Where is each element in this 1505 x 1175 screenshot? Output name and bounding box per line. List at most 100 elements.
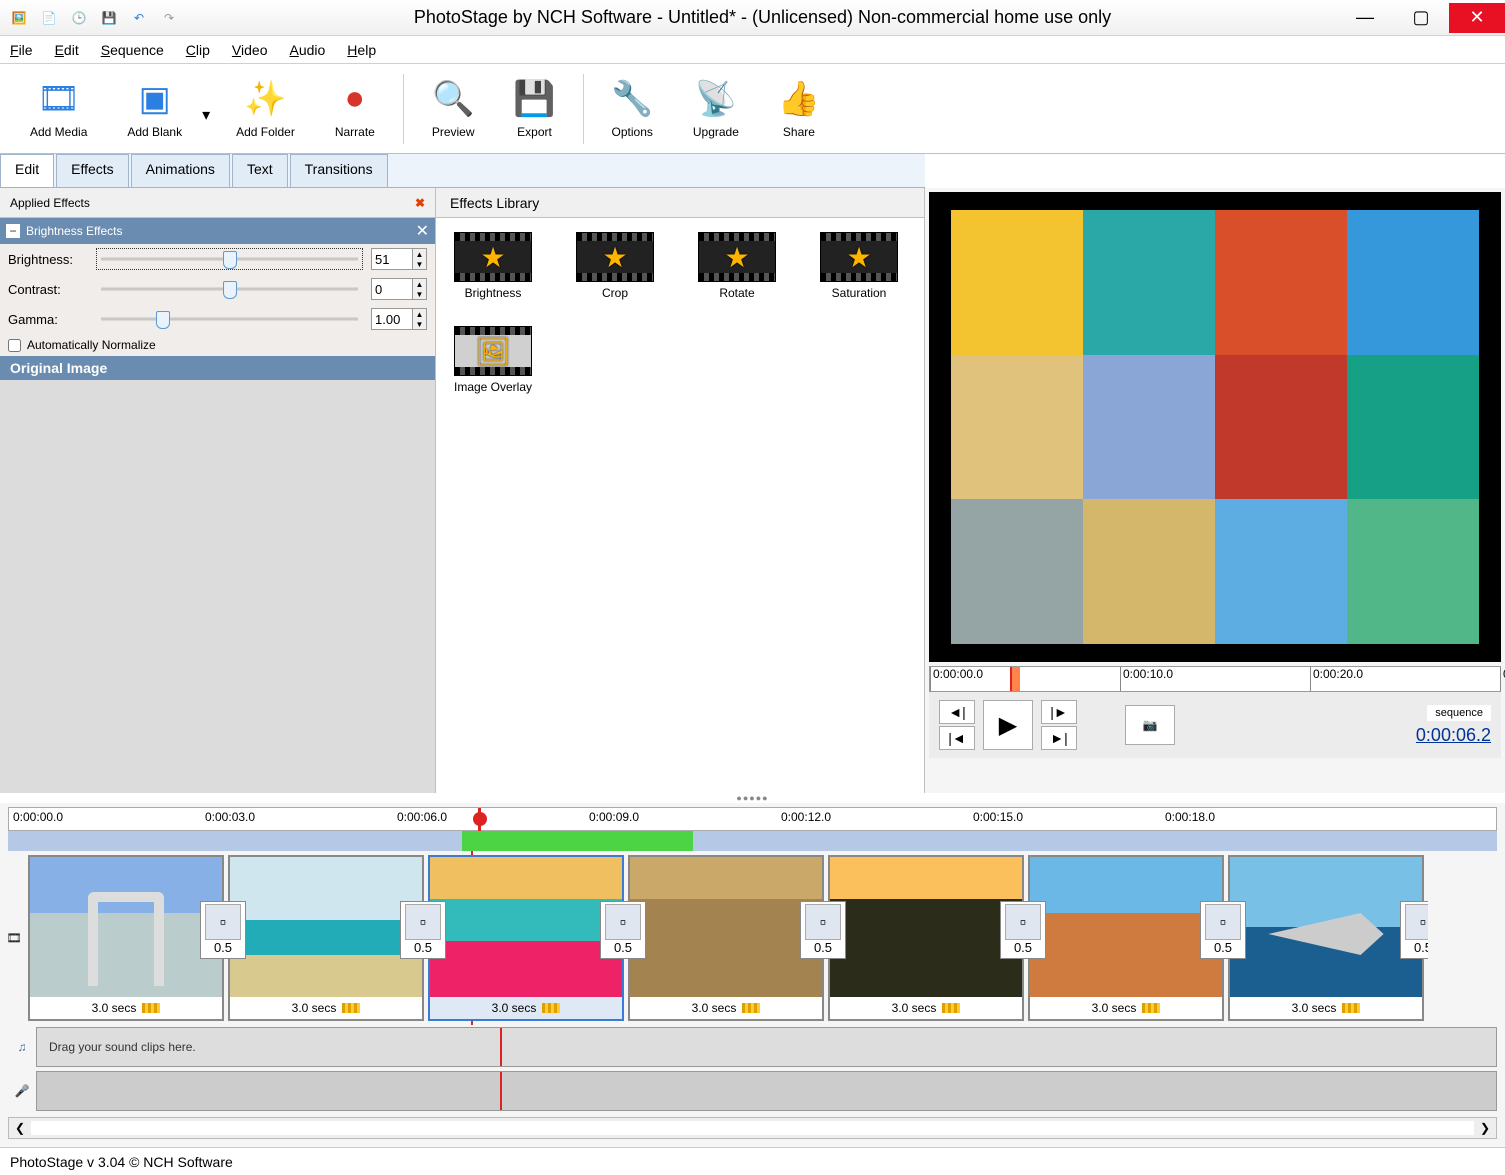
- timecode-display[interactable]: 0:00:06.2: [1416, 725, 1491, 746]
- close-icon[interactable]: ✕: [416, 221, 429, 241]
- snapshot-button[interactable]: 📷: [1125, 705, 1175, 745]
- transition-badge[interactable]: ▫0.5: [1200, 901, 1246, 959]
- add-media-button[interactable]: 🎞Add Media: [10, 75, 107, 143]
- preview-viewport: [951, 210, 1479, 644]
- go-start-button[interactable]: |◄: [939, 726, 975, 750]
- clip-5[interactable]: 3.0 secs▫0.5: [828, 855, 1024, 1021]
- add-blank-dropdown-icon[interactable]: ▾: [202, 75, 216, 143]
- auto-normalize-checkbox[interactable]: [8, 339, 21, 352]
- splitter-handle[interactable]: ●●●●●: [0, 793, 1505, 803]
- sound-track[interactable]: Drag your sound clips here.: [36, 1027, 1497, 1067]
- menu-audio[interactable]: Audio: [289, 42, 325, 58]
- spin-down-icon[interactable]: ▼: [412, 319, 426, 329]
- horizontal-scrollbar[interactable]: ❮ ❯: [8, 1117, 1497, 1139]
- prev-frame-button[interactable]: ◄|: [939, 700, 975, 724]
- transition-badge[interactable]: ▫0.5: [200, 901, 246, 959]
- app-icon[interactable]: 🖼️: [6, 5, 32, 31]
- clip-1[interactable]: 3.0 secs▫0.5: [28, 855, 224, 1021]
- options-button[interactable]: 🔧Options: [592, 75, 673, 143]
- window-title: PhotoStage by NCH Software - Untitled* -…: [188, 7, 1337, 28]
- spin-up-icon[interactable]: ▲: [412, 279, 426, 289]
- scroll-right-icon[interactable]: ❯: [1474, 1121, 1496, 1135]
- clip-track[interactable]: 3.0 secs▫0.53.0 secs▫0.53.0 secs▫0.53.0 …: [24, 851, 1428, 1025]
- next-frame-button[interactable]: |►: [1041, 700, 1077, 724]
- quick-access-toolbar: 🖼️ 📄 🕒 💾 ↶ ↷: [0, 5, 188, 31]
- close-button[interactable]: ✕: [1449, 3, 1505, 33]
- value-brightness[interactable]: [372, 249, 412, 269]
- value-gamma[interactable]: [372, 309, 412, 329]
- menu-clip[interactable]: Clip: [186, 42, 210, 58]
- minimize-button[interactable]: —: [1337, 3, 1393, 33]
- redo-icon[interactable]: ↷: [156, 5, 182, 31]
- spin-up-icon[interactable]: ▲: [412, 249, 426, 259]
- effect-rotate[interactable]: ★Rotate: [694, 232, 780, 300]
- tab-animations[interactable]: Animations: [131, 154, 230, 187]
- remove-effect-icon[interactable]: ✖: [415, 196, 425, 210]
- transition-badge[interactable]: ▫0.5: [600, 901, 646, 959]
- new-icon[interactable]: 📄: [36, 5, 62, 31]
- effects-library-panel: Effects Library ★Brightness★Crop★Rotate★…: [436, 188, 925, 793]
- timeline-strip[interactable]: [8, 831, 1497, 851]
- tab-text[interactable]: Text: [232, 154, 288, 187]
- save-icon[interactable]: 💾: [96, 5, 122, 31]
- spin-up-icon[interactable]: ▲: [412, 309, 426, 319]
- narration-track[interactable]: [36, 1071, 1497, 1111]
- clip-7[interactable]: 3.0 secs▫0.5: [1228, 855, 1424, 1021]
- effect-image-overlay[interactable]: 🖼Image Overlay: [450, 326, 536, 394]
- maximize-button[interactable]: ▢: [1393, 3, 1449, 33]
- menu-help[interactable]: Help: [347, 42, 376, 58]
- transition-badge[interactable]: ▫0.5: [800, 901, 846, 959]
- play-button[interactable]: ▶: [983, 700, 1033, 750]
- undo-icon[interactable]: ↶: [126, 5, 152, 31]
- narration-track-row: 🎤: [8, 1071, 1497, 1111]
- clip-4[interactable]: 3.0 secs▫0.5: [628, 855, 824, 1021]
- menu-edit[interactable]: Edit: [55, 42, 79, 58]
- workspace: Applied Effects ✖ − Brightness Effects ✕…: [0, 188, 1505, 793]
- transition-icon: ▫: [605, 904, 641, 940]
- scroll-left-icon[interactable]: ❮: [9, 1121, 31, 1135]
- transition-icon: ▫: [805, 904, 841, 940]
- status-bar: PhotoStage v 3.04 © NCH Software: [0, 1147, 1505, 1175]
- tab-transitions[interactable]: Transitions: [290, 154, 388, 187]
- spin-down-icon[interactable]: ▼: [412, 259, 426, 269]
- preview-ruler[interactable]: 0:00:00.00:00:10.00:00:20.00:00:30.0: [929, 666, 1501, 692]
- slider-contrast[interactable]: [96, 278, 363, 300]
- mic-icon: 🎤: [8, 1071, 36, 1111]
- tab-effects[interactable]: Effects: [56, 154, 129, 187]
- slider-gamma[interactable]: [96, 308, 363, 330]
- slider-brightness[interactable]: [96, 248, 363, 270]
- transition-badge[interactable]: ▫0.5: [1000, 901, 1046, 959]
- preview-button[interactable]: 🔍Preview: [412, 75, 495, 143]
- clip-3[interactable]: 3.0 secs▫0.5: [428, 855, 624, 1021]
- brightness-effects-header[interactable]: − Brightness Effects ✕: [0, 218, 435, 244]
- value-contrast[interactable]: [372, 279, 412, 299]
- transition-badge[interactable]: ▫0.5: [1400, 901, 1428, 959]
- add-blank-button[interactable]: ▣Add Blank: [107, 75, 202, 143]
- menu-file[interactable]: File: [10, 42, 33, 58]
- history-icon[interactable]: 🕒: [66, 5, 92, 31]
- share-button[interactable]: 👍Share: [759, 75, 839, 143]
- main-toolbar: 🎞Add Media▣Add Blank▾✨Add Folder●Narrate…: [0, 64, 1505, 154]
- sequence-label: sequence: [1427, 705, 1491, 721]
- add-folder-button[interactable]: ✨Add Folder: [216, 75, 315, 143]
- effect-saturation[interactable]: ★Saturation: [816, 232, 902, 300]
- effect-brightness[interactable]: ★Brightness: [450, 232, 536, 300]
- clip-2[interactable]: 3.0 secs▫0.5: [228, 855, 424, 1021]
- collapse-icon[interactable]: −: [6, 224, 20, 238]
- preview-playhead[interactable]: [1010, 667, 1020, 691]
- timeline-ruler[interactable]: 0:00:00.00:00:03.00:00:06.00:00:09.00:00…: [8, 807, 1497, 831]
- tab-edit[interactable]: Edit: [0, 154, 54, 187]
- spin-down-icon[interactable]: ▼: [412, 289, 426, 299]
- go-end-button[interactable]: ►|: [1041, 726, 1077, 750]
- title-bar: 🖼️ 📄 🕒 💾 ↶ ↷ PhotoStage by NCH Software …: [0, 0, 1505, 36]
- export-button[interactable]: 💾Export: [495, 75, 575, 143]
- clip-6[interactable]: 3.0 secs▫0.5: [1028, 855, 1224, 1021]
- transition-badge[interactable]: ▫0.5: [400, 901, 446, 959]
- menu-sequence[interactable]: Sequence: [101, 42, 164, 58]
- narrate-button[interactable]: ●Narrate: [315, 75, 395, 143]
- upgrade-button[interactable]: 📡Upgrade: [673, 75, 759, 143]
- menu-video[interactable]: Video: [232, 42, 268, 58]
- original-image-header[interactable]: Original Image: [0, 356, 435, 380]
- effect-crop[interactable]: ★Crop: [572, 232, 658, 300]
- timeline-playhead[interactable]: [473, 808, 487, 832]
